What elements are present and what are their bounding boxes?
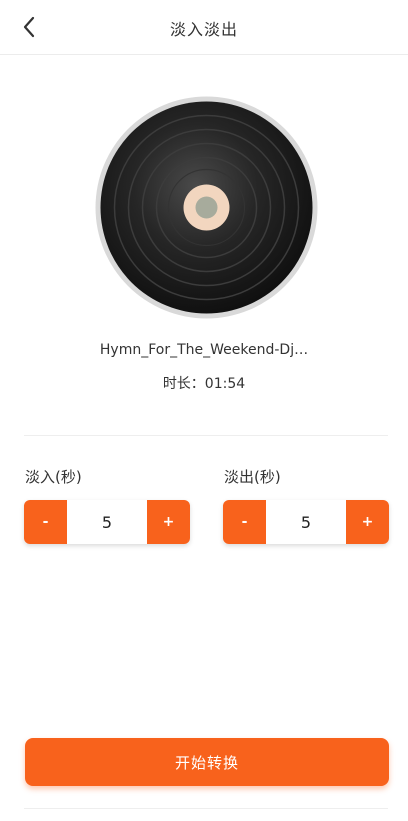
fade-in-value[interactable]: 5 (67, 500, 147, 544)
vinyl-record-image (95, 96, 318, 319)
divider (24, 435, 388, 436)
page-title: 淡入淡出 (169, 20, 238, 39)
song-title: Hymn_For_The_Weekend-Dj… (99, 342, 309, 358)
fade-in-decrease-button[interactable]: - (24, 500, 67, 544)
fade-in-stepper: - 5 + (24, 500, 190, 544)
fade-in-increase-button[interactable]: + (147, 500, 190, 544)
start-convert-button[interactable]: 开始转换 (25, 738, 389, 786)
bottom-divider (24, 808, 388, 809)
fade-out-increase-button[interactable]: + (346, 500, 389, 544)
song-duration: 时长：01:54 (162, 376, 246, 392)
fade-out-label: 淡出(秒) (224, 468, 281, 486)
top-bar: 淡入淡出 (0, 0, 408, 55)
fade-out-decrease-button[interactable]: - (223, 500, 266, 544)
fade-out-stepper: - 5 + (223, 500, 389, 544)
fade-out-value[interactable]: 5 (266, 500, 346, 544)
fade-in-label: 淡入(秒) (25, 468, 82, 486)
